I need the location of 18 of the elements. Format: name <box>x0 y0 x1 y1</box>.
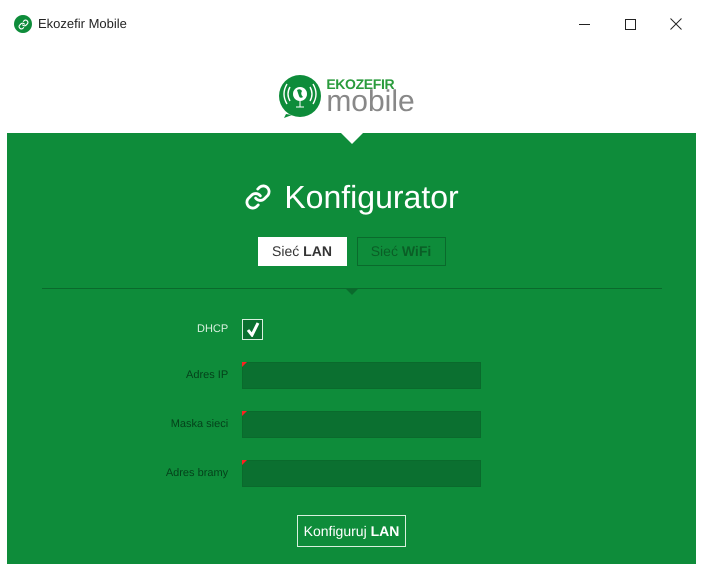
tab[interactable]: Sieć LAN <box>258 237 346 266</box>
globe-antenna-icon <box>278 74 322 118</box>
field-label: DHCP <box>196 322 228 338</box>
link-icon <box>244 183 272 211</box>
link-icon <box>18 18 28 30</box>
window-title: Ekozefir Mobile <box>38 15 127 34</box>
logo-product: mobile <box>326 88 415 114</box>
field-label: Adres IP <box>184 368 228 384</box>
close-icon <box>670 18 682 30</box>
field-label: Adres bramy <box>166 466 228 482</box>
dhcp-checkbox[interactable] <box>242 319 264 340</box>
logo-brand: EKOZEFIR <box>326 76 394 90</box>
page-heading: Konfigurator <box>284 178 459 217</box>
field-label: Maska sieci <box>170 417 228 432</box>
submit-button[interactable]: Konfiguruj LAN <box>296 515 406 547</box>
pointer-notch <box>340 133 362 144</box>
maximize-icon <box>624 18 636 30</box>
checkmark-icon <box>246 322 260 337</box>
